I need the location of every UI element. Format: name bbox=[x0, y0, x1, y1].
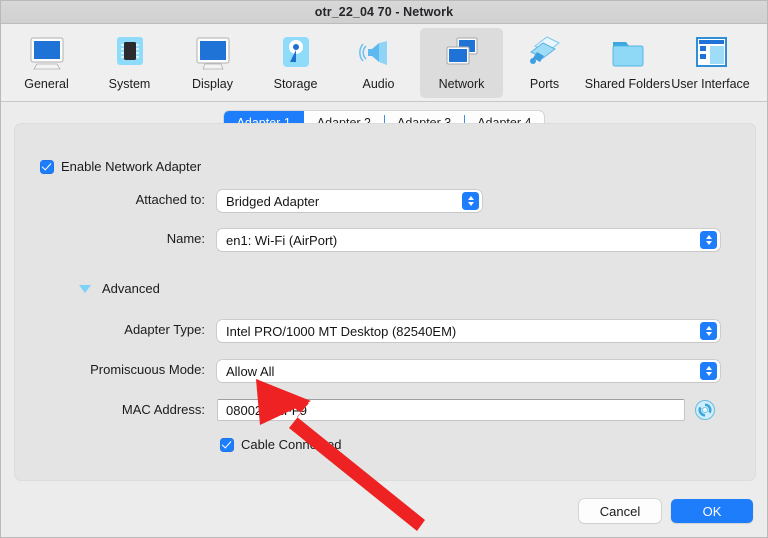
adapter-type-dropdown[interactable]: Intel PRO/1000 MT Desktop (82540EM) bbox=[217, 320, 720, 342]
toolbar-item-shared-folders[interactable]: Shared Folders bbox=[584, 28, 671, 98]
toolbar-label: Display bbox=[192, 77, 233, 91]
cable-connected-checkbox[interactable] bbox=[220, 437, 234, 452]
toolbar-item-display[interactable]: Display bbox=[171, 28, 254, 98]
toolbar-label: Audio bbox=[362, 77, 395, 91]
advanced-disclosure[interactable]: Advanced bbox=[79, 281, 160, 296]
toolbar-label: Storage bbox=[273, 77, 318, 91]
ports-icon bbox=[523, 33, 567, 75]
promiscuous-mode-dropdown[interactable]: Allow All bbox=[217, 360, 720, 382]
name-label: Name: bbox=[166, 231, 205, 246]
title-bar: otr_22_04 70 - Network bbox=[1, 1, 767, 24]
toolbar-item-storage[interactable]: Storage bbox=[254, 28, 337, 98]
window-layout-icon bbox=[689, 33, 733, 75]
adapter-settings-panel: Enable Network Adapter Attached to: Brid… bbox=[14, 123, 756, 481]
adapter-type-label: Adapter Type: bbox=[124, 322, 205, 337]
mac-address-input[interactable]: 08002771FF9 bbox=[217, 399, 685, 421]
settings-toolbar: General System Display Storage Audio Net… bbox=[1, 24, 767, 102]
monitor-icon bbox=[25, 33, 69, 75]
attached-to-label: Attached to: bbox=[135, 192, 205, 207]
cable-connected-row[interactable]: Cable Connected bbox=[220, 437, 341, 452]
vm-settings-window: otr_22_04 70 - Network General System Di… bbox=[0, 0, 768, 538]
chip-icon bbox=[108, 33, 152, 75]
toolbar-label: General bbox=[24, 77, 69, 91]
triangle-down-icon[interactable] bbox=[79, 284, 91, 293]
chevron-updown-icon[interactable] bbox=[462, 192, 479, 210]
display-icon bbox=[191, 33, 235, 75]
adapter-type-value: Intel PRO/1000 MT Desktop (82540EM) bbox=[226, 323, 457, 339]
toolbar-item-user-interface[interactable]: User Interface bbox=[669, 28, 752, 98]
cable-connected-label: Cable Connected bbox=[241, 437, 342, 452]
network-cards-icon bbox=[440, 33, 484, 75]
ok-button[interactable]: OK bbox=[671, 499, 753, 523]
refresh-mac-icon[interactable] bbox=[694, 399, 716, 426]
cancel-button[interactable]: Cancel bbox=[579, 499, 661, 523]
mac-address-value: 08002771FF9 bbox=[226, 402, 307, 418]
promiscuous-mode-value: Allow All bbox=[226, 363, 275, 379]
toolbar-label: Shared Folders bbox=[584, 77, 671, 91]
name-label-wrap: Name: bbox=[15, 231, 205, 246]
toolbar-item-network[interactable]: Network bbox=[420, 28, 503, 98]
name-value: en1: Wi-Fi (AirPort) bbox=[226, 232, 338, 248]
promiscuous-mode-label: Promiscuous Mode: bbox=[90, 362, 205, 377]
adapter-type-label-wrap: Adapter Type: bbox=[15, 322, 205, 337]
toolbar-label: System bbox=[108, 77, 151, 91]
enable-network-adapter-row[interactable]: Enable Network Adapter bbox=[40, 159, 201, 174]
toolbar-item-general[interactable]: General bbox=[5, 28, 88, 98]
chevron-updown-icon[interactable] bbox=[700, 362, 717, 380]
mac-address-label: MAC Address: bbox=[121, 402, 205, 417]
toolbar-label: User Interface bbox=[671, 77, 750, 91]
chevron-updown-icon[interactable] bbox=[700, 322, 717, 340]
advanced-label: Advanced bbox=[102, 281, 160, 296]
enable-network-adapter-checkbox[interactable] bbox=[40, 159, 54, 174]
speaker-icon bbox=[357, 33, 401, 75]
chevron-updown-icon[interactable] bbox=[700, 231, 717, 249]
enable-network-adapter-label: Enable Network Adapter bbox=[61, 159, 202, 174]
mac-address-label-wrap: MAC Address: bbox=[15, 402, 205, 417]
name-dropdown[interactable]: en1: Wi-Fi (AirPort) bbox=[217, 229, 720, 251]
window-title: otr_22_04 70 - Network bbox=[314, 5, 454, 19]
promiscuous-mode-label-wrap: Promiscuous Mode: bbox=[15, 362, 205, 377]
toolbar-item-audio[interactable]: Audio bbox=[337, 28, 420, 98]
folder-icon bbox=[606, 33, 650, 75]
attached-to-value: Bridged Adapter bbox=[226, 193, 320, 209]
attached-to-label-wrap: Attached to: bbox=[15, 192, 205, 207]
harddisk-icon bbox=[274, 33, 318, 75]
toolbar-label: Ports bbox=[529, 77, 560, 91]
attached-to-dropdown[interactable]: Bridged Adapter bbox=[217, 190, 482, 212]
toolbar-item-system[interactable]: System bbox=[88, 28, 171, 98]
toolbar-item-ports[interactable]: Ports bbox=[503, 28, 586, 98]
toolbar-label: Network bbox=[438, 77, 485, 91]
dialog-buttons: Cancel OK bbox=[579, 499, 753, 523]
